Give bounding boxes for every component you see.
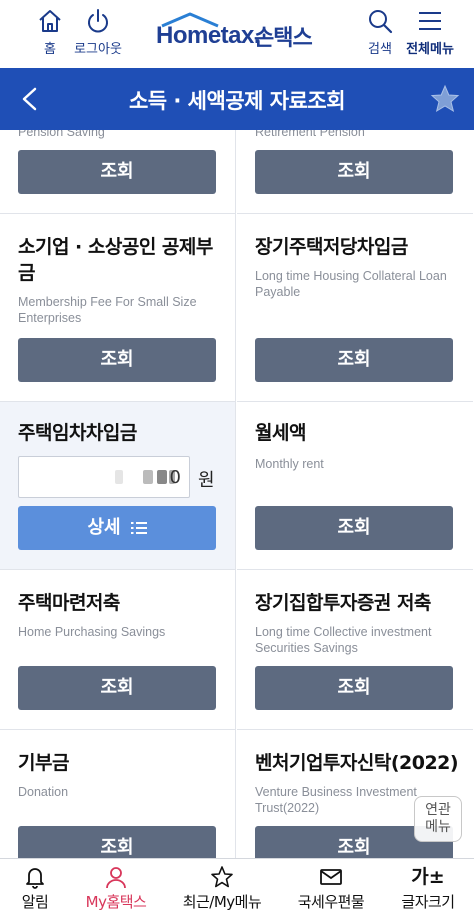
nav-label: 글자크기	[401, 893, 455, 911]
hometax-logo[interactable]: Hometax. 손택스	[150, 12, 330, 56]
cell-subtitle: Long time Collective investment Securiti…	[255, 625, 432, 655]
font-size-icon: 가±	[411, 866, 445, 888]
power-icon	[88, 9, 108, 33]
logo-text-en: Hometax.	[156, 22, 261, 49]
currency-unit: 원	[198, 470, 215, 491]
related-menu-line2: 메뉴	[425, 819, 451, 835]
bell-icon	[26, 868, 44, 889]
all-menu-button[interactable]: 전체메뉴	[400, 8, 460, 60]
cell-title: 장기집합투자증권 저축	[255, 592, 431, 614]
cell-title: 주택마련저축	[18, 592, 120, 614]
nav-label: My홈택스	[85, 893, 147, 911]
deduction-grid: Pension Saving 조회 Retirement Pension 조회 …	[0, 130, 474, 858]
monthly-rent-view-button[interactable]: 조회	[255, 506, 453, 550]
nav-label: 알림	[21, 893, 49, 911]
nav-notifications[interactable]: 알림	[8, 865, 62, 912]
masked-digit	[157, 470, 167, 484]
person-icon	[106, 867, 126, 889]
small-business-view-button[interactable]: 조회	[18, 338, 216, 382]
page-title: 소득 · 세액공제 자료조회	[128, 89, 346, 113]
masked-digit	[115, 470, 123, 484]
favorite-star-icon[interactable]	[430, 84, 460, 114]
masked-digit	[143, 470, 153, 484]
page-title-bar: 소득 · 세액공제 자료조회	[0, 68, 474, 130]
cell-donation: 기부금 Donation 조회	[0, 730, 236, 858]
cell-housing-rent-loan: 주택임차차입금 0 원 상세	[0, 402, 236, 570]
nav-label: 최근/My메뉴	[182, 893, 262, 911]
nav-my-hometax[interactable]: My홈택스	[76, 865, 156, 912]
cell-title: 주택임차차입금	[18, 422, 137, 444]
cell-title: 월세액	[255, 422, 306, 444]
bottom-navigation: 알림 My홈택스 최근/My메뉴 국세우편물 가± 글자크기	[0, 858, 474, 916]
cell-subtitle: Pension Saving	[18, 130, 105, 139]
cell-title: 벤처기업투자신탁(2022)	[255, 752, 459, 774]
amount-field: 0	[18, 456, 190, 498]
nav-label: 국세우편물	[297, 893, 365, 911]
nav-recent-my-menu[interactable]: 최근/My메뉴	[172, 865, 272, 912]
logo-text-ko: 손택스	[254, 26, 313, 51]
star-icon	[211, 866, 233, 888]
amount-value: 0	[169, 467, 181, 488]
detail-button-label: 상세	[87, 517, 121, 538]
home-icon	[39, 10, 61, 32]
list-icon	[130, 522, 147, 534]
nav-font-size[interactable]: 가± 글자크기	[390, 865, 466, 912]
cell-monthly-rent: 월세액 Monthly rent 조회	[237, 402, 473, 570]
related-menu-line1: 연관	[425, 802, 451, 818]
cell-subtitle: Retirement Pension	[255, 130, 365, 139]
hamburger-icon	[419, 12, 441, 30]
cell-subtitle: Home Purchasing Savings	[18, 625, 166, 639]
cell-housing-savings: 주택마련저축 Home Purchasing Savings 조회	[0, 570, 236, 730]
app-header: 홈 로그아웃 Hometax. 손택스 검색 전체메뉴	[0, 0, 474, 68]
cell-title: 장기주택저당차입금	[255, 236, 408, 258]
logout-button[interactable]: 로그아웃	[68, 8, 128, 60]
cell-collective-investment: 장기집합투자증권 저축 Long time Collective investm…	[237, 570, 473, 730]
cell-title: 기부금	[18, 752, 69, 774]
nav-tax-mail[interactable]: 국세우편물	[288, 865, 374, 912]
cell-pension-saving: Pension Saving 조회	[0, 130, 236, 214]
housing-loan-detail-button[interactable]: 상세	[18, 506, 216, 550]
cell-small-business: 소기업 · 소상공인 공제부금 Membership Fee For Small…	[0, 214, 236, 402]
cell-title: 소기업 · 소상공인 공제부금	[18, 236, 213, 284]
collective-investment-view-button[interactable]: 조회	[255, 666, 453, 710]
cell-long-housing-loan: 장기주택저당차입금 Long time Housing Collateral L…	[237, 214, 473, 402]
search-icon	[369, 10, 393, 34]
cell-retirement-pension: Retirement Pension 조회	[237, 130, 473, 214]
logout-label: 로그아웃	[74, 42, 122, 57]
housing-savings-view-button[interactable]: 조회	[18, 666, 216, 710]
mail-icon	[320, 869, 342, 885]
related-menu-button[interactable]: 연관 메뉴	[414, 796, 462, 842]
cell-subtitle: Long time Housing Collateral Loan Payabl…	[255, 269, 447, 299]
long-housing-view-button[interactable]: 조회	[255, 338, 453, 382]
cell-subtitle: Donation	[18, 785, 69, 799]
cell-subtitle: Monthly rent	[255, 457, 324, 471]
pension-saving-view-button[interactable]: 조회	[18, 150, 216, 194]
cell-subtitle: Membership Fee For Small Size Enterprise…	[18, 295, 197, 325]
all-menu-label: 전체메뉴	[406, 42, 454, 57]
donation-view-button[interactable]: 조회	[18, 826, 216, 858]
retirement-pension-view-button[interactable]: 조회	[255, 150, 453, 194]
